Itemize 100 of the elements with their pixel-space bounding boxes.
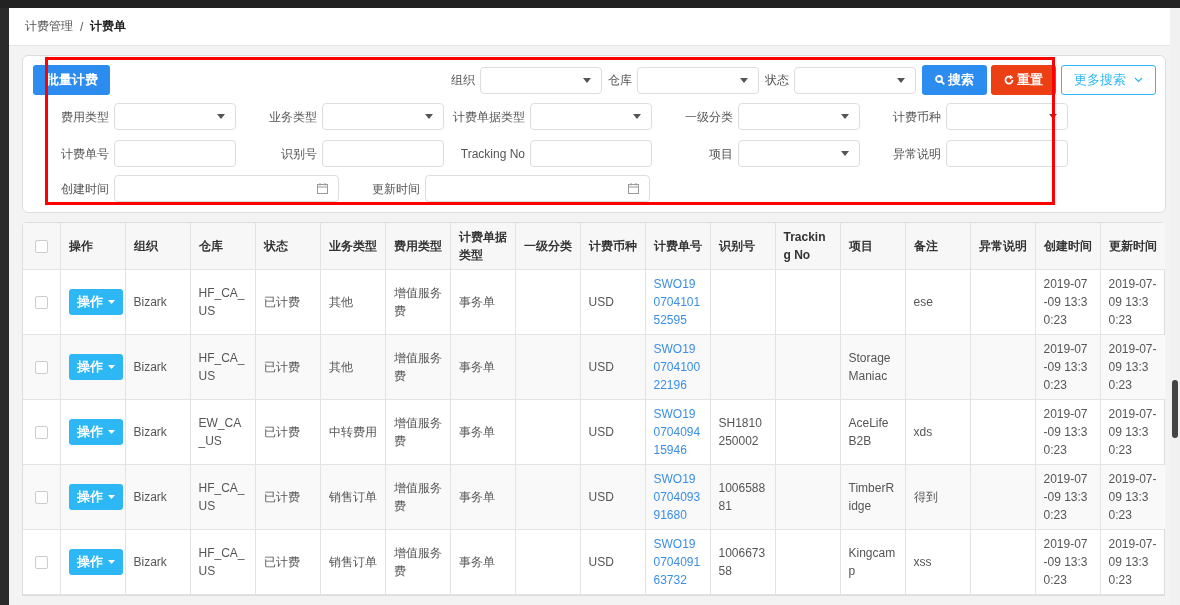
- scrollbar-track[interactable]: [1170, 8, 1180, 605]
- action-dropdown-button[interactable]: 操作: [68, 419, 123, 445]
- table-cell: 已计费: [263, 425, 300, 439]
- column-header: 一级分类: [523, 239, 572, 253]
- table-cell: SH1810250002: [718, 416, 762, 448]
- input-field[interactable]: [946, 140, 1068, 167]
- field-label: 计费单号: [60, 146, 109, 161]
- chevron-down-icon: [1134, 77, 1143, 83]
- search-button[interactable]: 搜索: [922, 65, 987, 95]
- table-cell: 中转费用: [328, 425, 377, 439]
- input-field[interactable]: [322, 140, 444, 167]
- caret-icon: [740, 77, 748, 83]
- select-field[interactable]: [637, 66, 759, 94]
- field-label: 项目: [708, 146, 733, 161]
- caret-icon: [107, 495, 115, 499]
- date-field[interactable]: [114, 175, 339, 202]
- table-cell: StorageManiac: [848, 351, 891, 383]
- row-checkbox[interactable]: [34, 240, 48, 254]
- row-checkbox[interactable]: [34, 361, 48, 375]
- row-checkbox[interactable]: [34, 556, 48, 570]
- table-cell: HF_CA_US: [198, 546, 245, 578]
- row-checkbox[interactable]: [34, 426, 48, 440]
- table-cell: 销售订单: [328, 555, 377, 569]
- scrollbar-thumb[interactable]: [1172, 380, 1178, 438]
- table-cell: 增值服务费: [393, 286, 442, 318]
- table-cell: Bizark: [133, 295, 167, 309]
- select-field[interactable]: [738, 103, 860, 130]
- select-field[interactable]: [738, 140, 860, 167]
- column-header: 状态: [263, 239, 288, 253]
- table-cell: 2019-07-09 13:30:23: [1108, 537, 1157, 587]
- table-cell: Bizark: [133, 425, 167, 439]
- caret-icon: [583, 77, 591, 83]
- table-cell: 2019-07-09 13:30:23: [1108, 407, 1157, 457]
- select-field[interactable]: [114, 103, 236, 130]
- table-cell: 2019-07-09 13:30:23: [1043, 407, 1088, 457]
- select-field[interactable]: [480, 66, 602, 94]
- caret-icon: [841, 114, 849, 119]
- select-field[interactable]: [322, 103, 444, 130]
- field-label: 创建时间: [60, 181, 109, 196]
- input-field[interactable]: [530, 140, 652, 167]
- refresh-icon: [1004, 75, 1014, 85]
- column-header: 异常说明: [978, 239, 1027, 253]
- column-header: 组织: [133, 239, 158, 253]
- field-label: Tracking No: [459, 146, 525, 161]
- column-header: 项目: [848, 239, 873, 253]
- table-cell: Bizark: [133, 490, 167, 504]
- column-header: 计费单号: [653, 239, 702, 253]
- table-cell: 2019-07-09 13:30:23: [1043, 277, 1088, 327]
- table-cell: 销售订单: [328, 490, 377, 504]
- caret-icon: [107, 430, 115, 434]
- select-field[interactable]: [946, 103, 1068, 130]
- action-dropdown-button[interactable]: 操作: [68, 289, 123, 315]
- breadcrumb-item[interactable]: 计费管理: [25, 18, 73, 35]
- calendar-icon: [628, 183, 639, 194]
- field-label: 异常说明: [892, 146, 941, 161]
- column-header: 创建时间: [1043, 239, 1092, 253]
- action-dropdown-button[interactable]: 操作: [68, 484, 123, 510]
- column-header: 计费单据类型: [458, 230, 507, 262]
- reset-button[interactable]: 重置: [991, 65, 1056, 95]
- row-checkbox[interactable]: [34, 491, 48, 505]
- table-cell: 2019-07-09 13:30:23: [1043, 472, 1088, 522]
- table-cell: Bizark: [133, 360, 167, 374]
- column-header: 业务类型: [328, 239, 377, 253]
- table-cell: 2019-07-09 13:30:23: [1108, 277, 1157, 327]
- table-cell: 已计费: [263, 360, 300, 374]
- table-cell: 2019-07-09 13:30:23: [1108, 342, 1157, 392]
- column-header: 计费币种: [588, 239, 637, 253]
- column-header: 备注: [913, 239, 938, 253]
- table-cell: Bizark: [133, 555, 167, 569]
- column-header: 费用类型: [393, 239, 442, 253]
- caret-icon: [107, 560, 115, 564]
- table-cell: USD: [588, 555, 614, 569]
- caret-icon: [841, 151, 849, 156]
- table-cell: HF_CA_US: [198, 481, 245, 513]
- table-cell: 100658881: [718, 481, 766, 513]
- caret-icon: [107, 300, 115, 304]
- field-label: 费用类型: [60, 109, 109, 124]
- table-cell: 已计费: [263, 490, 300, 504]
- breadcrumb-separator: /: [80, 19, 84, 34]
- search-icon: [935, 75, 945, 85]
- table-cell: 事务单: [458, 295, 495, 309]
- caret-icon: [1049, 114, 1057, 119]
- select-field[interactable]: [530, 103, 652, 130]
- table-cell: 事务单: [458, 490, 495, 504]
- column-header: 仓库: [198, 239, 223, 253]
- table-cell: 增值服务费: [393, 351, 442, 383]
- more-search-button[interactable]: 更多搜索: [1061, 65, 1156, 95]
- table-cell: USD: [588, 490, 614, 504]
- action-dropdown-button[interactable]: 操作: [68, 549, 123, 575]
- input-field[interactable]: [114, 140, 236, 167]
- field-label: 仓库: [608, 73, 632, 87]
- action-dropdown-button[interactable]: 操作: [68, 354, 123, 380]
- table-cell: 其他: [328, 295, 353, 309]
- table-cell: HF_CA_US: [198, 351, 245, 383]
- table-cell: 已计费: [263, 555, 300, 569]
- table-cell: HF_CA_US: [198, 286, 245, 318]
- date-field[interactable]: [425, 175, 650, 202]
- table-cell: 事务单: [458, 555, 495, 569]
- row-checkbox[interactable]: [34, 296, 48, 310]
- select-field[interactable]: [794, 66, 916, 94]
